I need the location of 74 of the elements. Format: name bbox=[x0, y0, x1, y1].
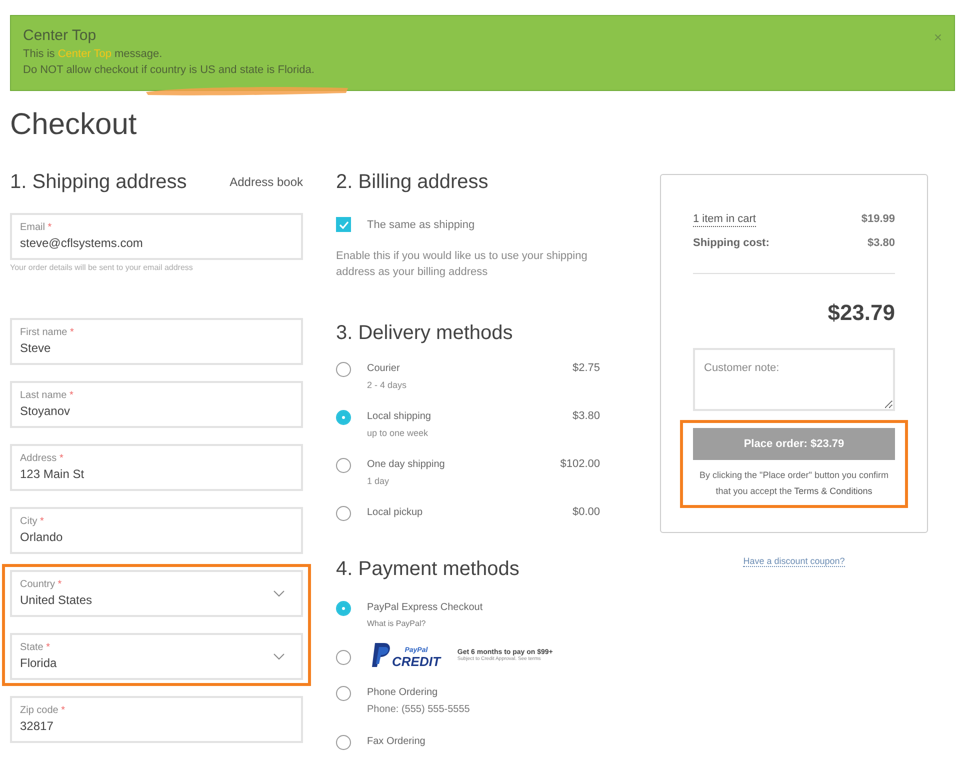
option-detail: up to one week bbox=[367, 427, 430, 440]
terms-link[interactable]: Terms & Conditions bbox=[794, 486, 872, 496]
terms-notice: By clicking the "Place order" button you confirm that you accept the Terms & Conditions bbox=[698, 469, 890, 498]
billing-description: Enable this if you would like us to use your shipping address as your billing address bbox=[336, 249, 588, 280]
option-name: Courier bbox=[367, 362, 401, 376]
option-name: Local shipping bbox=[367, 410, 432, 424]
order-total: $23.79 bbox=[826, 300, 895, 326]
section-heading: 3. Delivery methods bbox=[336, 321, 514, 346]
chevron-down-icon bbox=[273, 590, 285, 597]
field-hint: Your order details will be sent to your email address bbox=[10, 263, 194, 272]
field-label: Last name * bbox=[20, 389, 74, 402]
option-price: $0.00 bbox=[571, 506, 600, 518]
checkbox[interactable] bbox=[336, 217, 351, 232]
option-detail: 2 - 4 days bbox=[367, 379, 408, 392]
radio-button[interactable] bbox=[336, 362, 351, 377]
select-field[interactable]: Country * United States bbox=[10, 570, 303, 617]
field-label: First name * bbox=[20, 326, 75, 339]
radio-button[interactable] bbox=[336, 650, 351, 665]
option-name: Local pickup bbox=[367, 506, 424, 520]
radio-button[interactable] bbox=[336, 735, 351, 750]
select-field[interactable]: State * Florida bbox=[10, 633, 303, 680]
input-field[interactable]: Last name * Stoyanov bbox=[10, 381, 303, 428]
field-value: 123 Main St bbox=[20, 466, 86, 483]
items-total: $19.99 bbox=[861, 212, 895, 227]
field-value: steve@cflsystems.com bbox=[20, 235, 144, 252]
option-detail: Phone: (555) 555-5555 bbox=[367, 703, 471, 717]
input-field[interactable]: Address * 123 Main St bbox=[10, 444, 303, 491]
cart-link[interactable]: 1 item in cart bbox=[693, 212, 756, 227]
page-title: Checkout bbox=[10, 107, 138, 143]
input-field[interactable]: City * Orlando bbox=[10, 507, 303, 554]
radio-button[interactable] bbox=[336, 506, 351, 521]
input-field[interactable]: Email * steve@cflsystems.com bbox=[10, 213, 303, 260]
field-value: Florida bbox=[20, 655, 58, 672]
option-detail: 1 day bbox=[367, 475, 390, 488]
field-value: Stoyanov bbox=[20, 403, 72, 420]
option-price: $2.75 bbox=[571, 362, 600, 374]
field-value: 32817 bbox=[20, 718, 54, 735]
radio-button[interactable] bbox=[336, 458, 351, 473]
field-value: United States bbox=[20, 592, 94, 609]
check-icon bbox=[338, 220, 348, 228]
logo-text: CREDIT bbox=[392, 655, 440, 668]
input-field[interactable]: First name * Steve bbox=[10, 318, 303, 365]
field-label: Email * bbox=[20, 221, 53, 234]
field-label: Zip code * bbox=[20, 704, 66, 717]
shipping-label: Shipping cost: bbox=[693, 236, 770, 251]
paypal-p-icon bbox=[371, 642, 391, 668]
alert-message: This is Center Top message. bbox=[23, 47, 164, 62]
field-value: Orlando bbox=[20, 529, 64, 546]
chevron-down-icon bbox=[273, 653, 285, 660]
checkbox-label: The same as shipping bbox=[367, 218, 475, 230]
section-heading: 2. Billing address bbox=[336, 170, 490, 195]
option-price: $102.00 bbox=[559, 458, 600, 470]
option-name: Fax Ordering bbox=[367, 735, 426, 749]
address-book-link[interactable]: Address book bbox=[230, 175, 303, 189]
section-heading: 1. Shipping address bbox=[10, 170, 187, 195]
radio-button[interactable] bbox=[336, 410, 351, 425]
option-name: PayPal Express Checkout bbox=[367, 601, 484, 615]
input-field[interactable]: Zip code * 32817 bbox=[10, 696, 303, 743]
field-label: City * bbox=[20, 515, 45, 528]
shipping-value: $3.80 bbox=[867, 236, 895, 251]
alert-title: Center Top bbox=[23, 27, 98, 44]
paypal-info-link[interactable]: What is PayPal? bbox=[367, 615, 600, 633]
radio-button[interactable] bbox=[336, 601, 351, 616]
field-label: Country * bbox=[20, 578, 63, 591]
field-value: Steve bbox=[20, 340, 52, 357]
section-heading: 4. Payment methods bbox=[336, 557, 520, 582]
alert-note: Do NOT allow checkout if country is US and state is Florida. bbox=[23, 63, 314, 78]
option-name: One day shipping bbox=[367, 458, 446, 472]
option-price: $3.80 bbox=[571, 410, 600, 422]
option-name: Phone Ordering bbox=[367, 686, 439, 700]
customer-note-field[interactable]: Customer note: bbox=[693, 348, 895, 411]
field-label: State * bbox=[20, 641, 52, 654]
radio-button[interactable] bbox=[336, 686, 351, 701]
field-label: Address * bbox=[20, 452, 64, 465]
